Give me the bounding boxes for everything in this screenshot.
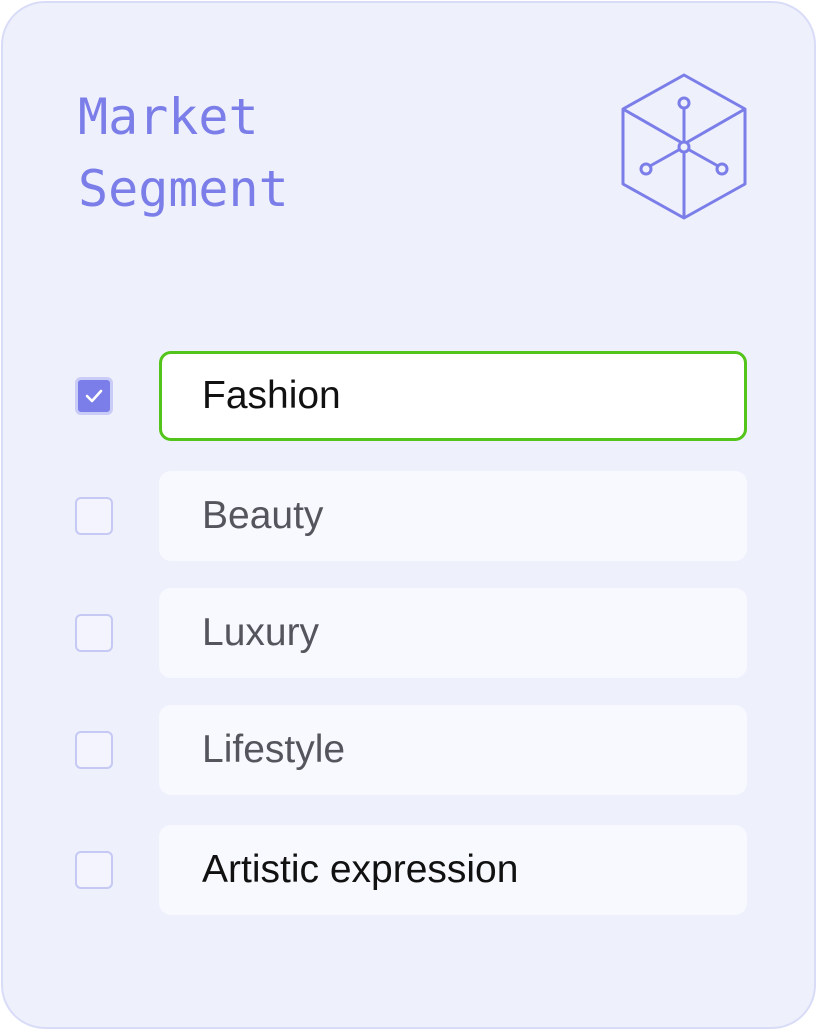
lifestyle-checkbox[interactable]: [75, 731, 113, 769]
option-row-luxury: Luxury: [0, 588, 819, 678]
option-lifestyle[interactable]: Lifestyle: [159, 705, 747, 795]
title-line-1: Market: [78, 88, 259, 146]
luxury-checkbox[interactable]: [75, 614, 113, 652]
option-artistic-expression[interactable]: Artistic expression: [159, 825, 747, 915]
option-row-artistic-expression: Artistic expression: [0, 825, 819, 915]
artistic-expression-checkbox[interactable]: [75, 851, 113, 889]
beauty-checkbox[interactable]: [75, 497, 113, 535]
option-fashion[interactable]: Fashion: [159, 351, 747, 441]
title-line-2: Segment: [78, 160, 289, 218]
network-cube-icon: [621, 73, 747, 220]
checkmark-icon: [85, 389, 103, 403]
fashion-checkbox[interactable]: [75, 377, 113, 415]
option-row-fashion: Fashion: [0, 351, 819, 441]
option-beauty[interactable]: Beauty: [159, 471, 747, 561]
card-title: Market Segment: [78, 81, 289, 225]
option-row-beauty: Beauty: [0, 471, 819, 561]
option-luxury[interactable]: Luxury: [159, 588, 747, 678]
option-row-lifestyle: Lifestyle: [0, 705, 819, 795]
